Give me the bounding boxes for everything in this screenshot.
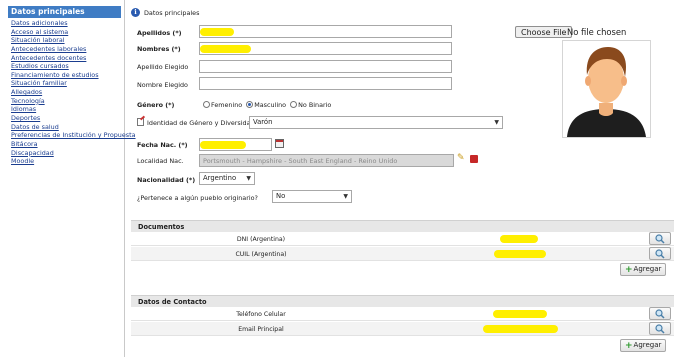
redacted-value bbox=[494, 250, 546, 258]
plus-icon: + bbox=[625, 265, 633, 275]
contacto-header: Datos de Contacto bbox=[131, 295, 674, 307]
search-button[interactable] bbox=[649, 232, 671, 245]
table-row: Email Principal bbox=[131, 322, 674, 336]
nacionalidad-label: Nacionalidad (*) bbox=[137, 176, 196, 184]
apellidos-input[interactable] bbox=[199, 25, 452, 38]
agregar-contacto-button[interactable]: +Agregar bbox=[620, 339, 667, 352]
search-button[interactable] bbox=[649, 247, 671, 260]
sidebar-item-allegados[interactable]: Allegados bbox=[11, 88, 136, 97]
sidebar-item-situacion-laboral[interactable]: Situación laboral bbox=[11, 36, 136, 45]
file-status: No file chosen bbox=[567, 27, 627, 37]
choose-file-button[interactable]: Choose File bbox=[515, 26, 573, 38]
localidad-input: Portsmouth - Hampshire - South East Engl… bbox=[199, 154, 454, 167]
sidebar-item-preferencias[interactable]: Preferencias de Institución y Propuesta bbox=[11, 131, 136, 140]
sidebar-item-financiamiento[interactable]: Financiamiento de estudios bbox=[11, 71, 136, 80]
sidebar-item-bitacora[interactable]: Bitácora bbox=[11, 140, 136, 149]
sidebar-item-datos-salud[interactable]: Datos de salud bbox=[11, 123, 136, 132]
calendar-icon[interactable] bbox=[275, 139, 284, 148]
sidebar-item-datos-adicionales[interactable]: Datos adicionales bbox=[11, 19, 136, 28]
magnifier-icon bbox=[655, 309, 665, 319]
search-button[interactable] bbox=[649, 322, 671, 335]
apellido-elegido-label: Apellido Elegido bbox=[137, 63, 189, 71]
info-icon: i bbox=[131, 8, 140, 17]
redacted-value bbox=[483, 325, 558, 333]
nombre-elegido-input[interactable] bbox=[199, 77, 452, 90]
chevron-down-icon: ▼ bbox=[246, 175, 251, 182]
pueblo-label: ¿Pertenece a algún pueblo originario? bbox=[137, 194, 258, 202]
sidebar-item-deportes[interactable]: Deportes bbox=[11, 114, 136, 123]
sidebar-item-estudios-cursados[interactable]: Estudios cursados bbox=[11, 62, 136, 71]
redacted-value bbox=[500, 235, 538, 243]
table-row: CUIL (Argentina) bbox=[131, 247, 674, 261]
fecha-label: Fecha Nac. (*) bbox=[137, 141, 188, 149]
sidebar-item-antecedentes-docentes[interactable]: Antecedentes docentes bbox=[11, 54, 136, 63]
genero-radio-group: Femenino Masculino No Binario bbox=[203, 101, 331, 109]
table-row: DNI (Argentina) bbox=[131, 232, 674, 246]
chevron-down-icon: ▼ bbox=[343, 193, 348, 200]
magnifier-icon bbox=[655, 249, 665, 259]
nombres-input[interactable] bbox=[199, 42, 452, 55]
sidebar-item-tecnologia[interactable]: Tecnología bbox=[11, 97, 136, 106]
documentos-header: Documentos bbox=[131, 220, 674, 232]
nombres-label: Nombres (*) bbox=[137, 45, 181, 53]
page-title: Datos principales bbox=[144, 9, 200, 17]
identidad-select[interactable]: Varón ▼ bbox=[249, 116, 503, 129]
sidebar-item-acceso-sistema[interactable]: Acceso al sistema bbox=[11, 28, 136, 37]
sidebar-list: Datos adicionales Acceso al sistema Situ… bbox=[11, 19, 136, 166]
documento-type: DNI (Argentina) bbox=[236, 236, 286, 243]
pueblo-select[interactable]: No ▼ bbox=[272, 190, 352, 203]
edit-icon bbox=[137, 115, 146, 126]
contacto-type: Email Principal bbox=[238, 326, 284, 333]
magnifier-icon bbox=[655, 234, 665, 244]
nacionalidad-select[interactable]: Argentino ▼ bbox=[199, 172, 255, 185]
sidebar-item-idiomas[interactable]: Idiomas bbox=[11, 105, 136, 114]
nombre-elegido-label: Nombre Elegido bbox=[137, 81, 188, 89]
redacted-value bbox=[200, 28, 234, 36]
contacto-type: Teléfono Celular bbox=[236, 311, 286, 318]
avatar-placeholder-icon bbox=[563, 41, 650, 137]
redacted-value bbox=[200, 141, 246, 149]
sidebar-item-discapacidad[interactable]: Discapacidad bbox=[11, 149, 136, 158]
localidad-label: Localidad Nac. bbox=[137, 157, 184, 165]
sidebar-item-antecedentes-laborales[interactable]: Antecedentes laborales bbox=[11, 45, 136, 54]
magnifier-icon bbox=[655, 324, 665, 334]
agregar-documento-button[interactable]: +Agregar bbox=[620, 263, 667, 276]
search-button[interactable] bbox=[649, 307, 671, 320]
genero-label: Género (*) bbox=[137, 101, 175, 109]
redacted-value bbox=[200, 45, 251, 53]
apellidos-label: Apellidos (*) bbox=[137, 29, 182, 37]
table-row: Teléfono Celular bbox=[131, 307, 674, 321]
radio-no-binario[interactable]: No Binario bbox=[290, 101, 331, 109]
fecha-input[interactable] bbox=[199, 138, 272, 151]
documento-type: CUIL (Argentina) bbox=[235, 251, 287, 258]
pencil-icon[interactable]: ✎ bbox=[457, 154, 465, 163]
radio-masculino[interactable]: Masculino bbox=[246, 101, 286, 109]
sidebar-item-datos-principales[interactable]: Datos principales bbox=[8, 6, 121, 18]
chevron-down-icon: ▼ bbox=[494, 119, 499, 126]
sidebar-item-moodle[interactable]: Moodle bbox=[11, 157, 136, 166]
apellido-elegido-input[interactable] bbox=[199, 60, 452, 73]
delete-icon[interactable] bbox=[470, 155, 478, 163]
redacted-value bbox=[493, 310, 547, 318]
radio-femenino[interactable]: Femenino bbox=[203, 101, 242, 109]
plus-icon: + bbox=[625, 341, 633, 351]
profile-photo bbox=[562, 40, 651, 138]
sidebar-item-situacion-familiar[interactable]: Situación familiar bbox=[11, 79, 136, 88]
identidad-label: Identidad de Género y Diversidad bbox=[147, 119, 255, 127]
sidebar-nav: Datos principales Datos adicionales Acce… bbox=[0, 0, 136, 357]
